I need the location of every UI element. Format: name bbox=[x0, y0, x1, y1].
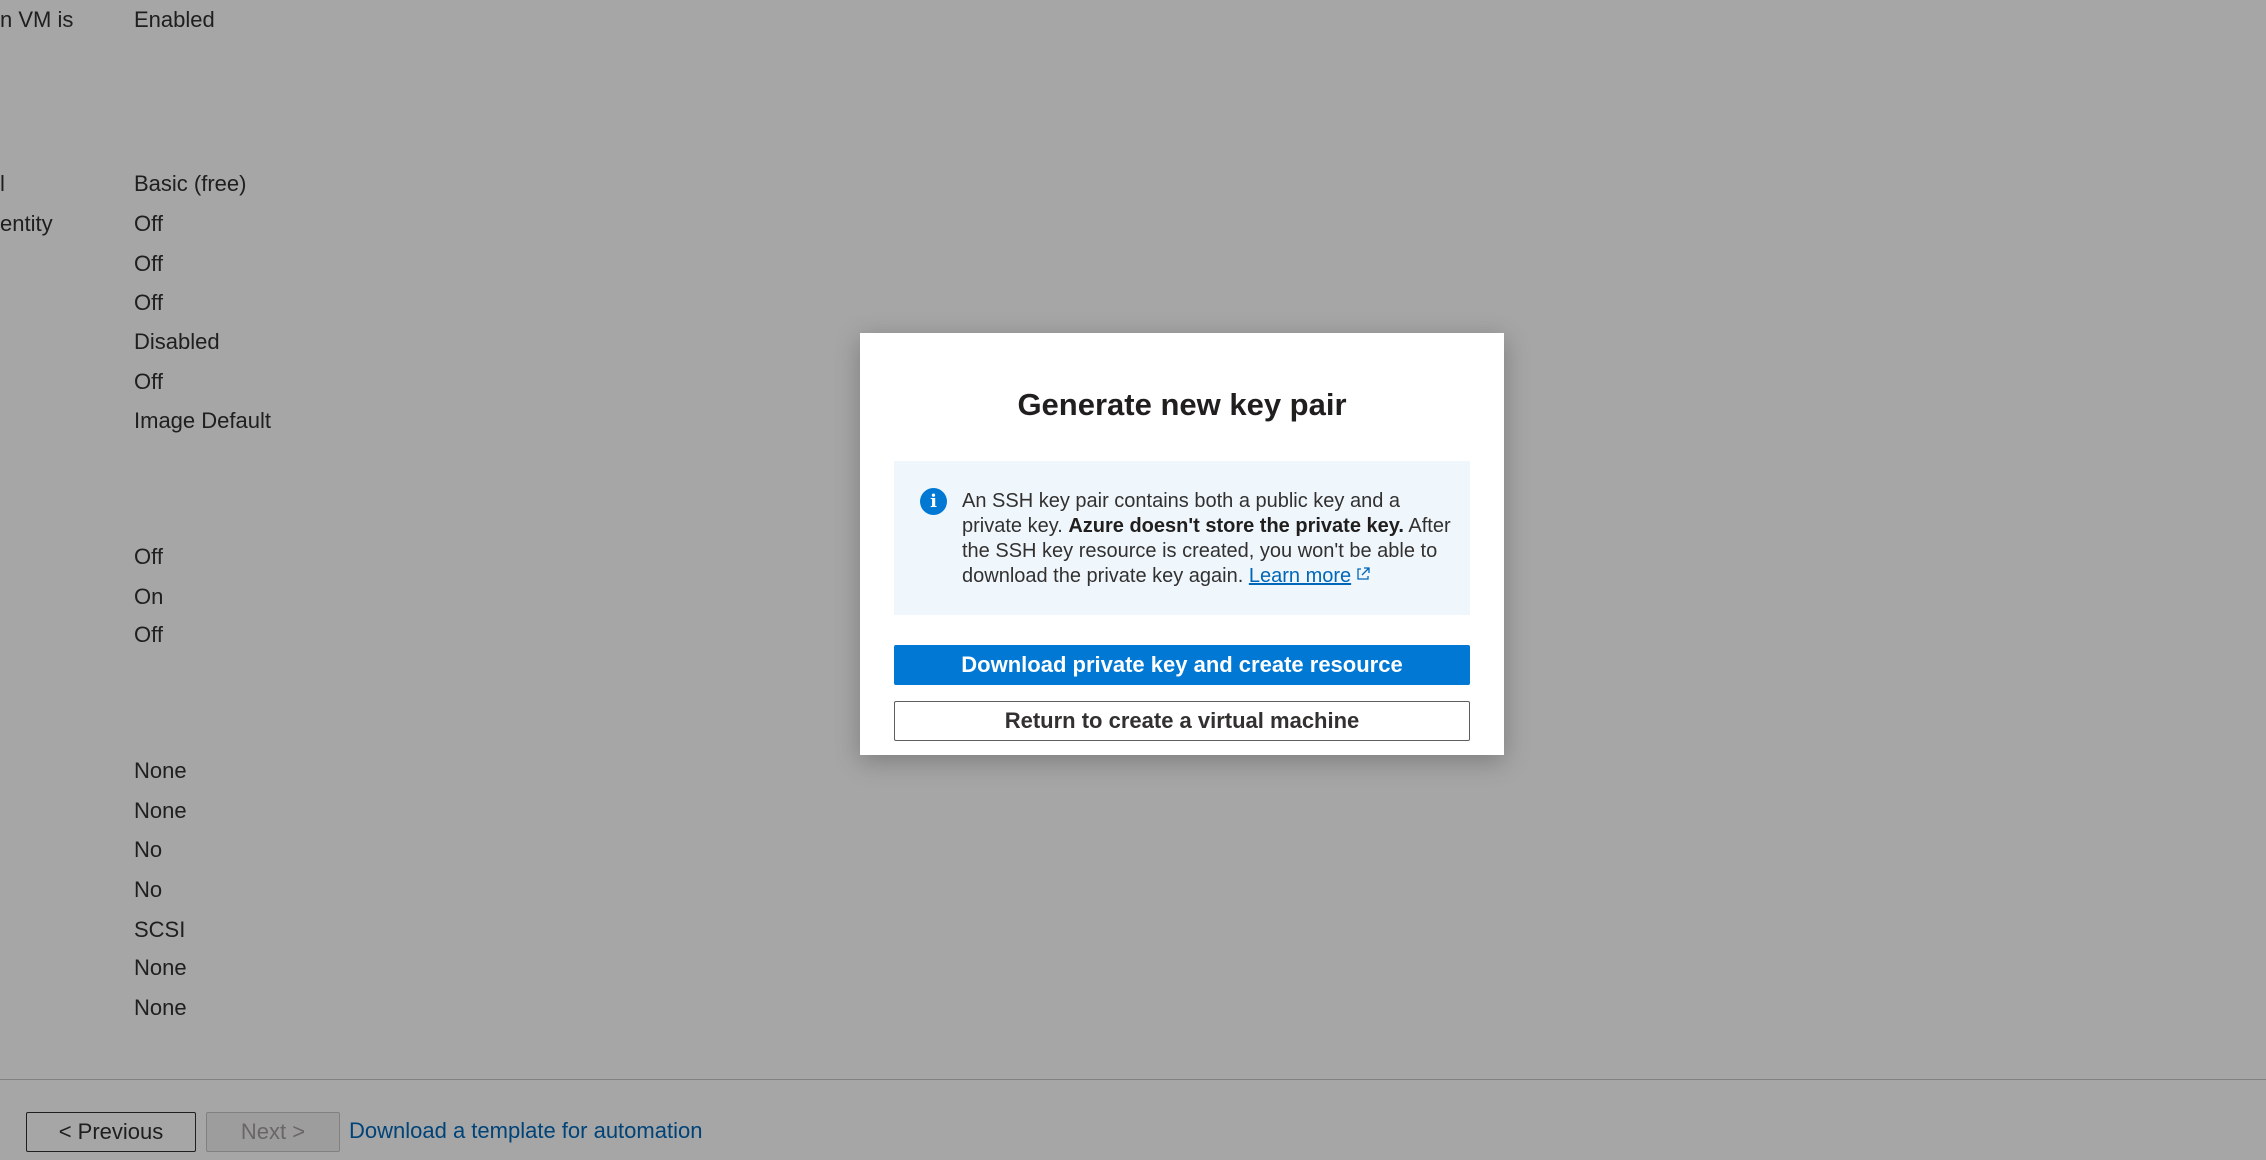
learn-more-link[interactable]: Learn more bbox=[1249, 565, 1351, 587]
return-to-create-vm-button[interactable]: Return to create a virtual machine bbox=[894, 701, 1470, 741]
info-text-bold: Azure doesn't store the private key. bbox=[1068, 515, 1404, 537]
dialog-title: Generate new key pair bbox=[1017, 387, 1347, 422]
download-private-key-button[interactable]: Download private key and create resource bbox=[894, 645, 1470, 685]
generate-key-pair-dialog: Generate new key pair i An SSH key pair … bbox=[860, 333, 1504, 755]
info-icon: i bbox=[920, 488, 947, 515]
external-link-icon bbox=[1355, 564, 1371, 589]
info-message: An SSH key pair contains both a public k… bbox=[962, 489, 1462, 589]
